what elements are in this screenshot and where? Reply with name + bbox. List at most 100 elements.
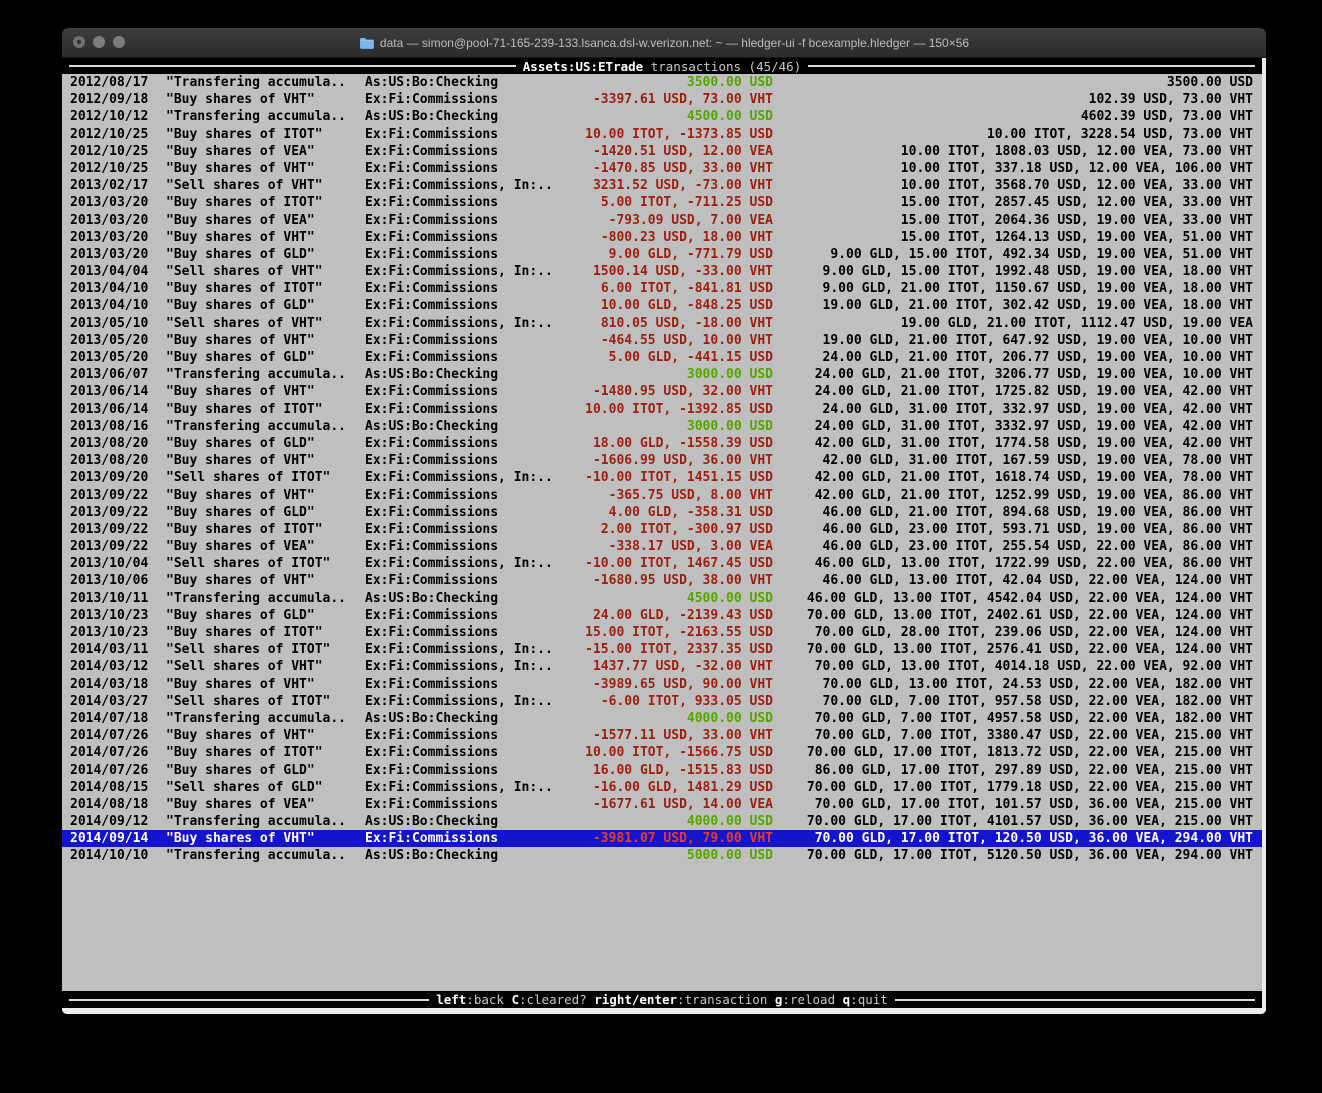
txn-running-balance: 15.00 ITOT, 2064.36 USD, 19.00 VEA, 33.0… bbox=[773, 212, 1253, 229]
window-titlebar[interactable]: data — simon@pool-71-165-239-133.lsanca.… bbox=[62, 28, 1266, 58]
transaction-row[interactable]: 2014/08/18 "Buy shares of VEA" Ex:Fi:Com… bbox=[62, 796, 1262, 813]
txn-running-balance: 24.00 GLD, 21.00 ITOT, 206.77 USD, 19.00… bbox=[773, 349, 1253, 366]
txn-other-accounts: Ex:Fi:Commissions, In:.. bbox=[365, 469, 561, 486]
transaction-row[interactable]: 2014/07/18 "Transfering accumula.. As:US… bbox=[62, 710, 1262, 727]
transaction-row[interactable]: 2013/05/20 "Buy shares of GLD" Ex:Fi:Com… bbox=[62, 349, 1262, 366]
txn-other-accounts: Ex:Fi:Commissions bbox=[365, 538, 561, 555]
transaction-row[interactable]: 2013/08/16 "Transfering accumula.. As:US… bbox=[62, 418, 1262, 435]
transaction-row[interactable]: 2013/10/23 "Buy shares of ITOT" Ex:Fi:Co… bbox=[62, 624, 1262, 641]
txn-description: "Buy shares of GLD" bbox=[166, 762, 356, 779]
txn-description: "Sell shares of VHT" bbox=[166, 315, 356, 332]
txn-running-balance: 46.00 GLD, 13.00 ITOT, 1722.99 USD, 22.0… bbox=[773, 555, 1253, 572]
transaction-row[interactable]: 2013/03/20 "Buy shares of VEA" Ex:Fi:Com… bbox=[62, 212, 1262, 229]
txn-running-balance: 70.00 GLD, 13.00 ITOT, 4014.18 USD, 22.0… bbox=[773, 658, 1253, 675]
txn-date: 2014/03/27 bbox=[70, 693, 150, 710]
txn-date: 2013/10/23 bbox=[70, 607, 150, 624]
txn-description: "Buy shares of GLD" bbox=[166, 349, 356, 366]
txn-description: "Sell shares of ITOT" bbox=[166, 641, 356, 658]
txn-date: 2012/10/25 bbox=[70, 143, 150, 160]
transaction-row[interactable]: 2014/07/26 "Buy shares of ITOT" Ex:Fi:Co… bbox=[62, 744, 1262, 761]
txn-date: 2013/06/07 bbox=[70, 366, 150, 383]
txn-running-balance: 70.00 GLD, 17.00 ITOT, 4101.57 USD, 36.0… bbox=[773, 813, 1253, 830]
txn-date: 2013/06/14 bbox=[70, 401, 150, 418]
txn-amount: -3989.65 USD, 90.00 VHT bbox=[561, 676, 773, 693]
transaction-row[interactable]: 2013/03/20 "Buy shares of GLD" Ex:Fi:Com… bbox=[62, 246, 1262, 263]
transaction-row[interactable]: 2014/07/26 "Buy shares of GLD" Ex:Fi:Com… bbox=[62, 762, 1262, 779]
hint-description: :quit bbox=[850, 992, 888, 1007]
transaction-row[interactable]: 2012/08/17 "Transfering accumula.. As:US… bbox=[62, 74, 1262, 91]
txn-running-balance: 42.00 GLD, 21.00 ITOT, 1618.74 USD, 19.0… bbox=[773, 469, 1253, 486]
transaction-row[interactable]: 2013/03/20 "Buy shares of VHT" Ex:Fi:Com… bbox=[62, 229, 1262, 246]
transaction-row[interactable]: 2012/10/25 "Buy shares of VHT" Ex:Fi:Com… bbox=[62, 160, 1262, 177]
txn-amount: 4.00 GLD, -358.31 USD bbox=[561, 504, 773, 521]
txn-date: 2014/07/26 bbox=[70, 762, 150, 779]
transaction-row[interactable]: 2013/09/22 "Buy shares of VEA" Ex:Fi:Com… bbox=[62, 538, 1262, 555]
txn-other-accounts: Ex:Fi:Commissions bbox=[365, 727, 561, 744]
txn-other-accounts: Ex:Fi:Commissions bbox=[365, 160, 561, 177]
hint-description: :transaction bbox=[677, 992, 775, 1007]
transaction-row[interactable]: 2013/08/20 "Buy shares of GLD" Ex:Fi:Com… bbox=[62, 435, 1262, 452]
transaction-row[interactable]: 2013/10/11 "Transfering accumula.. As:US… bbox=[62, 590, 1262, 607]
transaction-row[interactable]: 2013/09/22 "Buy shares of GLD" Ex:Fi:Com… bbox=[62, 504, 1262, 521]
transaction-row[interactable]: 2014/08/15 "Sell shares of GLD" Ex:Fi:Co… bbox=[62, 779, 1262, 796]
transaction-row[interactable]: 2013/03/20 "Buy shares of ITOT" Ex:Fi:Co… bbox=[62, 194, 1262, 211]
txn-date: 2013/04/04 bbox=[70, 263, 150, 280]
transaction-row[interactable]: 2013/06/14 "Buy shares of VHT" Ex:Fi:Com… bbox=[62, 383, 1262, 400]
transaction-row[interactable]: 2013/09/20 "Sell shares of ITOT" Ex:Fi:C… bbox=[62, 469, 1262, 486]
close-button[interactable] bbox=[73, 36, 85, 48]
transaction-row[interactable]: 2014/03/12 "Sell shares of VHT" Ex:Fi:Co… bbox=[62, 658, 1262, 675]
txn-description: "Buy shares of VHT" bbox=[166, 332, 356, 349]
transaction-row[interactable]: 2012/09/18 "Buy shares of VHT" Ex:Fi:Com… bbox=[62, 91, 1262, 108]
transaction-row[interactable]: 2013/10/04 "Sell shares of ITOT" Ex:Fi:C… bbox=[62, 555, 1262, 572]
txn-amount: -16.00 GLD, 1481.29 USD bbox=[561, 779, 773, 796]
transaction-row[interactable]: 2013/10/23 "Buy shares of GLD" Ex:Fi:Com… bbox=[62, 607, 1262, 624]
txn-amount: 10.00 ITOT, -1392.85 USD bbox=[561, 401, 773, 418]
minimize-button[interactable] bbox=[93, 36, 105, 48]
transaction-row[interactable]: 2014/07/26 "Buy shares of VHT" Ex:Fi:Com… bbox=[62, 727, 1262, 744]
transaction-row[interactable]: 2013/10/06 "Buy shares of VHT" Ex:Fi:Com… bbox=[62, 572, 1262, 589]
txn-description: "Transfering accumula.. bbox=[166, 366, 356, 383]
txn-date: 2013/04/10 bbox=[70, 297, 150, 314]
transaction-row[interactable]: 2013/08/20 "Buy shares of VHT" Ex:Fi:Com… bbox=[62, 452, 1262, 469]
txn-description: "Sell shares of ITOT" bbox=[166, 555, 356, 572]
transaction-row[interactable]: 2014/03/18 "Buy shares of VHT" Ex:Fi:Com… bbox=[62, 676, 1262, 693]
transaction-row[interactable]: 2014/09/12 "Transfering accumula.. As:US… bbox=[62, 813, 1262, 830]
transaction-row[interactable]: 2014/09/14 "Buy shares of VHT" Ex:Fi:Com… bbox=[62, 830, 1262, 847]
txn-running-balance: 42.00 GLD, 31.00 ITOT, 1774.58 USD, 19.0… bbox=[773, 435, 1253, 452]
transaction-row[interactable]: 2014/03/27 "Sell shares of ITOT" Ex:Fi:C… bbox=[62, 693, 1262, 710]
transaction-row[interactable]: 2013/09/22 "Buy shares of VHT" Ex:Fi:Com… bbox=[62, 487, 1262, 504]
txn-amount: -793.09 USD, 7.00 VEA bbox=[561, 212, 773, 229]
transaction-row[interactable]: 2012/10/25 "Buy shares of VEA" Ex:Fi:Com… bbox=[62, 143, 1262, 160]
transaction-row[interactable]: 2014/03/11 "Sell shares of ITOT" Ex:Fi:C… bbox=[62, 641, 1262, 658]
transaction-row[interactable]: 2013/06/07 "Transfering accumula.. As:US… bbox=[62, 366, 1262, 383]
transaction-row[interactable]: 2013/09/22 "Buy shares of ITOT" Ex:Fi:Co… bbox=[62, 521, 1262, 538]
transaction-row[interactable]: 2013/04/10 "Buy shares of ITOT" Ex:Fi:Co… bbox=[62, 280, 1262, 297]
transaction-row[interactable]: 2013/02/17 "Sell shares of VHT" Ex:Fi:Co… bbox=[62, 177, 1262, 194]
txn-running-balance: 24.00 GLD, 21.00 ITOT, 1725.82 USD, 19.0… bbox=[773, 383, 1253, 400]
transaction-row[interactable]: 2013/05/10 "Sell shares of VHT" Ex:Fi:Co… bbox=[62, 315, 1262, 332]
transaction-row[interactable]: 2013/04/10 "Buy shares of GLD" Ex:Fi:Com… bbox=[62, 297, 1262, 314]
transaction-row[interactable]: 2013/06/14 "Buy shares of ITOT" Ex:Fi:Co… bbox=[62, 401, 1262, 418]
txn-running-balance: 46.00 GLD, 23.00 ITOT, 255.54 USD, 22.00… bbox=[773, 538, 1253, 555]
txn-other-accounts: Ex:Fi:Commissions, In:.. bbox=[365, 263, 561, 280]
txn-amount: 5000.00 USD bbox=[561, 847, 773, 864]
txn-running-balance: 86.00 GLD, 17.00 ITOT, 297.89 USD, 22.00… bbox=[773, 762, 1253, 779]
zoom-button[interactable] bbox=[113, 36, 125, 48]
txn-running-balance: 70.00 GLD, 28.00 ITOT, 239.06 USD, 22.00… bbox=[773, 624, 1253, 641]
transaction-row[interactable]: 2014/10/10 "Transfering accumula.. As:US… bbox=[62, 847, 1262, 864]
transaction-row[interactable]: 2013/04/04 "Sell shares of VHT" Ex:Fi:Co… bbox=[62, 263, 1262, 280]
header-mode-label: transactions (45/46) bbox=[643, 59, 801, 74]
txn-description: "Buy shares of VEA" bbox=[166, 212, 356, 229]
txn-running-balance: 9.00 GLD, 15.00 ITOT, 1992.48 USD, 19.00… bbox=[773, 263, 1253, 280]
transaction-row[interactable]: 2012/10/12 "Transfering accumula.. As:US… bbox=[62, 108, 1262, 125]
footer-hints: left:back C:cleared? right/enter:transac… bbox=[436, 992, 888, 1007]
transaction-row[interactable]: 2013/05/20 "Buy shares of VHT" Ex:Fi:Com… bbox=[62, 332, 1262, 349]
transaction-row[interactable]: 2012/10/25 "Buy shares of ITOT" Ex:Fi:Co… bbox=[62, 126, 1262, 143]
txn-other-accounts: Ex:Fi:Commissions, In:.. bbox=[365, 693, 561, 710]
txn-description: "Buy shares of VHT" bbox=[166, 383, 356, 400]
txn-running-balance: 46.00 GLD, 13.00 ITOT, 4542.04 USD, 22.0… bbox=[773, 590, 1253, 607]
txn-date: 2013/05/20 bbox=[70, 349, 150, 366]
txn-other-accounts: Ex:Fi:Commissions bbox=[365, 521, 561, 538]
txn-date: 2013/10/04 bbox=[70, 555, 150, 572]
txn-other-accounts: Ex:Fi:Commissions bbox=[365, 91, 561, 108]
